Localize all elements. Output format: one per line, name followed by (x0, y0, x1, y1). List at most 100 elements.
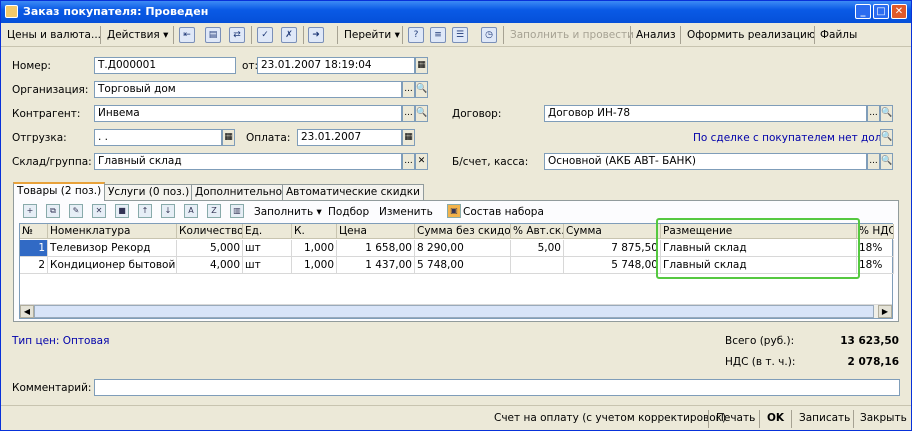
search-icon[interactable]: 🔍 (880, 129, 893, 146)
make-sale-button[interactable]: Оформить реализацию (687, 26, 816, 44)
table-cell-sum[interactable]: 5 748,00 (564, 257, 661, 274)
date-field[interactable]: 23.01.2007 18:19:04 (257, 57, 415, 74)
table-cell-sum-no-discount[interactable]: 5 748,00 (415, 257, 511, 274)
scrollbar-thumb[interactable] (34, 305, 874, 318)
unpost-document-icon[interactable]: ✗ (281, 27, 297, 43)
sort-desc-icon[interactable]: Z (207, 204, 221, 218)
number-field[interactable]: Т.Д000001 (94, 57, 236, 74)
search-icon[interactable]: 🔍 (880, 105, 893, 122)
print-button[interactable]: Печать (716, 412, 755, 424)
sort-asc-icon[interactable]: A (184, 204, 198, 218)
close-button[interactable]: Закрыть (860, 412, 907, 424)
table-cell-auto-discount[interactable] (511, 257, 564, 274)
maximize-button[interactable]: □ (873, 4, 889, 19)
copy-row-icon[interactable]: ⧉ (46, 204, 60, 218)
go-back-icon[interactable]: ⇤ (179, 27, 195, 43)
calendar-icon[interactable]: ▦ (415, 57, 428, 74)
scroll-left-icon[interactable]: ◀ (20, 305, 34, 318)
contract-field[interactable]: Договор ИН-78 (544, 105, 867, 122)
col-header-sum-no-discount[interactable]: Сумма без скидок (415, 224, 511, 239)
col-header-sum[interactable]: Сумма (564, 224, 661, 239)
files-button[interactable]: Файлы (820, 26, 857, 44)
table-cell-vat[interactable]: 18% (857, 257, 894, 274)
account-select-button[interactable]: ... (867, 153, 880, 170)
payment-date-field[interactable]: 23.01.2007 (297, 129, 402, 146)
search-icon[interactable]: 🔍 (880, 153, 893, 170)
col-header-coef[interactable]: К. (292, 224, 337, 239)
add-row-icon[interactable]: + (23, 204, 37, 218)
selection-button[interactable]: Подбор (328, 204, 369, 220)
fill-and-post-button[interactable]: Заполнить и провести (510, 26, 634, 44)
table-cell-auto-discount[interactable]: 5,00 (511, 240, 564, 257)
based-on-icon[interactable]: ➜ (308, 27, 324, 43)
save-button[interactable]: Записать (799, 412, 850, 424)
col-header-unit[interactable]: Ед. (243, 224, 292, 239)
organization-field[interactable]: Торговый дом (94, 81, 402, 98)
table-cell-number[interactable]: 1 (20, 240, 48, 257)
organization-select-button[interactable]: ... (402, 81, 415, 98)
tab-additional[interactable]: Дополнительно (191, 184, 287, 200)
structure-icon[interactable]: ≡ (430, 27, 446, 43)
tree-list-icon[interactable]: ☰ (452, 27, 468, 43)
table-cell-coef[interactable]: 1,000 (292, 240, 337, 257)
help-icon[interactable]: ? (408, 27, 424, 43)
table-cell-item[interactable]: Телевизор Рекорд (48, 240, 177, 257)
table-cell-unit[interactable]: шт (243, 240, 292, 257)
kit-composition-button[interactable]: Состав набора (463, 204, 544, 220)
prices-currency-button[interactable]: Цены и валюта... (7, 26, 101, 44)
col-header-number[interactable]: № (20, 224, 48, 239)
goto-menu[interactable]: Перейти ▾ (344, 26, 400, 44)
table-cell-quantity[interactable]: 5,000 (177, 240, 243, 257)
debt-status-link[interactable]: По сделке с покупателем нет долга (693, 132, 893, 144)
table-view-icon[interactable]: ▤ (205, 27, 221, 43)
clock-icon[interactable]: ◷ (481, 27, 497, 43)
clear-icon[interactable]: ✕ (415, 153, 428, 170)
table-cell-sum-no-discount[interactable]: 8 290,00 (415, 240, 511, 257)
table-cell-vat[interactable]: 18% (857, 240, 894, 257)
warehouse-select-button[interactable]: ... (402, 153, 415, 170)
delete-row-icon[interactable]: ✕ (92, 204, 106, 218)
counterparty-field[interactable]: Инвема (94, 105, 402, 122)
edit-row-icon[interactable]: ✎ (69, 204, 83, 218)
tab-services[interactable]: Услуги (0 поз.) (104, 184, 194, 200)
calendar-icon[interactable]: ▦ (402, 129, 415, 146)
calendar-icon[interactable]: ▦ (222, 129, 235, 146)
invoice-button[interactable]: Счет на оплату (с учетом корректировок) (494, 412, 726, 424)
tab-goods[interactable]: Товары (2 поз.) (13, 182, 106, 201)
col-header-vat[interactable]: % НДС (857, 224, 894, 239)
contract-select-button[interactable]: ... (867, 105, 880, 122)
counterparty-select-button[interactable]: ... (402, 105, 415, 122)
table-cell-item[interactable]: Кондиционер бытовой (48, 257, 177, 274)
analysis-button[interactable]: Анализ (636, 26, 676, 44)
post-document-icon[interactable]: ✓ (257, 27, 273, 43)
table-cell-coef[interactable]: 1,000 (292, 257, 337, 274)
table-cell-price[interactable]: 1 658,00 (337, 240, 415, 257)
horizontal-scrollbar[interactable]: ◀ ▶ (20, 304, 892, 318)
table-cell-price[interactable]: 1 437,00 (337, 257, 415, 274)
table-cell-quantity[interactable]: 4,000 (177, 257, 243, 274)
col-header-auto-discount[interactable]: % Авт.ск. (511, 224, 564, 239)
move-down-icon[interactable]: ↓ (161, 204, 175, 218)
minimize-button[interactable]: _ (855, 4, 871, 19)
warehouse-field[interactable]: Главный склад (94, 153, 402, 170)
close-window-button[interactable]: ✕ (891, 4, 907, 19)
table-cell-sum[interactable]: 7 875,50 (564, 240, 661, 257)
shipment-date-field[interactable]: . . (94, 129, 222, 146)
table-cell-unit[interactable]: шт (243, 257, 292, 274)
end-edit-icon[interactable]: ■ (115, 204, 129, 218)
move-up-icon[interactable]: ↑ (138, 204, 152, 218)
tab-auto-discounts[interactable]: Автоматические скидки (282, 184, 424, 200)
comment-field[interactable] (94, 379, 900, 396)
account-field[interactable]: Основной (АКБ АВТ- БАНК) (544, 153, 867, 170)
barcode-icon[interactable]: ▥ (230, 204, 244, 218)
ok-button[interactable]: OK (767, 412, 784, 424)
table-cell-number[interactable]: 2 (20, 257, 48, 274)
actions-menu[interactable]: Действия ▾ (107, 26, 168, 44)
col-header-item[interactable]: Номенклатура (48, 224, 177, 239)
col-header-price[interactable]: Цена (337, 224, 415, 239)
fill-menu[interactable]: Заполнить ▾ (254, 204, 322, 220)
col-header-quantity[interactable]: Количество (177, 224, 243, 239)
price-type-link[interactable]: Тип цен: Оптовая (12, 335, 109, 347)
change-button[interactable]: Изменить (379, 204, 433, 220)
refresh-icon[interactable]: ⇄ (229, 27, 245, 43)
